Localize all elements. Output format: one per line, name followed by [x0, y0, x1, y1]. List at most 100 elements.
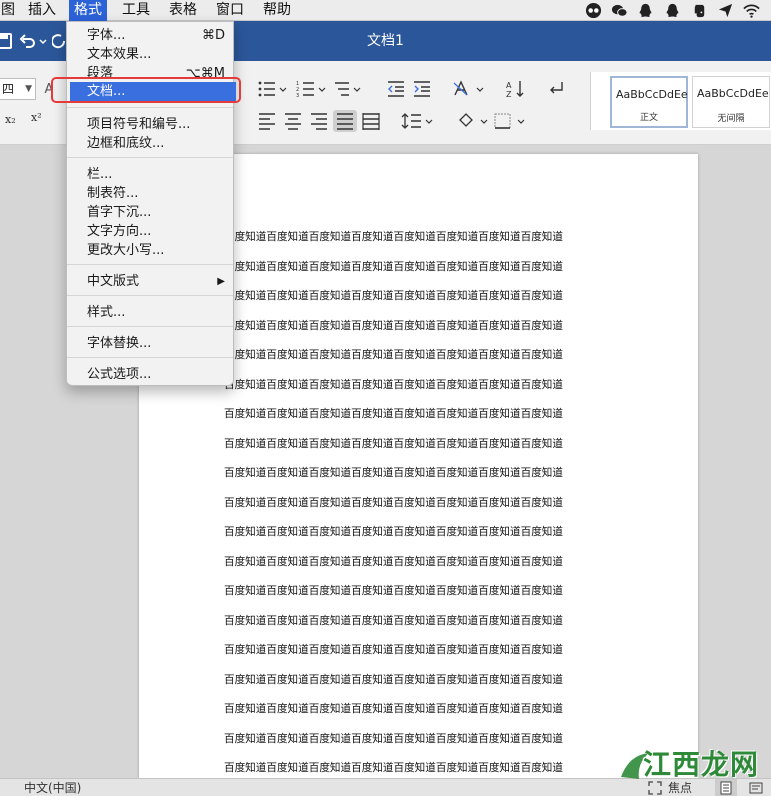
- menu-item-label: 更改大小写...: [87, 243, 165, 258]
- document-line: 百度知道百度知道百度知道百度知道百度知道百度知道百度知道百度知道: [224, 378, 563, 391]
- menu-item-label: 项目符号和编号...: [87, 117, 191, 132]
- menu-item-columns[interactable]: 栏...: [67, 165, 233, 184]
- style-no-spacing-name: 无间隔: [717, 114, 745, 124]
- document-line: 百度知道百度知道百度知道百度知道百度知道百度知道百度知道百度知道: [224, 260, 563, 273]
- document-line: 百度知道百度知道百度知道百度知道百度知道百度知道百度知道百度知道: [224, 732, 563, 745]
- menu-item-label: 栏...: [87, 167, 113, 182]
- style-normal-name: 正文: [639, 113, 658, 123]
- menu-item-borders-shading[interactable]: 边框和底纹...: [67, 134, 233, 153]
- document-line: 百度知道百度知道百度知道百度知道百度知道百度知道百度知道百度知道: [224, 703, 563, 715]
- sort-icon[interactable]: AZ: [505, 79, 527, 99]
- menu-item-style[interactable]: 样式...: [67, 303, 233, 322]
- menu-item-bullets-numbering[interactable]: 项目符号和编号...: [67, 115, 233, 134]
- menu-item-label: 中文版式: [87, 274, 140, 289]
- menu-item-equation-options[interactable]: 公式选项...: [67, 365, 233, 384]
- menu-item-label: 样式...: [87, 305, 126, 320]
- menu-separator: [67, 157, 233, 158]
- baidu-netdisk-icon[interactable]: [582, 0, 604, 21]
- svg-text:3: 3: [296, 93, 299, 99]
- macos-menubar: 图 插入 格式 工具 表格 窗口 帮助: [0, 0, 771, 21]
- menu-item-label: 首字下沉...: [87, 205, 152, 220]
- menu-item-asian-layout[interactable]: 中文版式 ▶: [67, 272, 233, 291]
- font-size-value: 四: [2, 82, 15, 96]
- document-line: 百度知道百度知道百度知道百度知道百度知道百度知道百度知道百度知道: [224, 467, 563, 479]
- subscript-button[interactable]: x₂: [5, 113, 16, 126]
- chevron-down-icon: ▼: [25, 84, 32, 94]
- bullets-icon[interactable]: [257, 79, 287, 99]
- numbering-icon[interactable]: 123: [296, 79, 326, 99]
- menu-item-tabs[interactable]: 制表符...: [67, 184, 233, 203]
- format-menu: 字体... ⌘D 文本效果... 段落 ⌥⌘M 文档... 项目符号和编号... 边框和底纹.…: [66, 21, 236, 386]
- document-line: 百度知道百度知道百度知道百度知道百度知道百度知道百度知道百度知道: [224, 762, 563, 774]
- menu-tools[interactable]: 工具: [117, 0, 155, 21]
- menu-item-label: 制表符...: [87, 186, 139, 201]
- style-normal-sample: AaBbCcDdEe: [616, 88, 688, 101]
- menu-item-shortcut: ⌘D: [201, 28, 225, 43]
- shading-icon[interactable]: [456, 111, 490, 131]
- distributed-icon[interactable]: [361, 111, 381, 131]
- menu-item-change-case[interactable]: 更改大小写...: [67, 241, 233, 260]
- evernote-icon[interactable]: [688, 0, 710, 21]
- styles-gallery: AaBbCcDdEe 正文 AaBbCcDdEe 无间隔: [590, 72, 771, 130]
- svg-text:A: A: [506, 81, 512, 90]
- document-line: 百度知道百度知道百度知道百度知道百度知道百度知道百度知道百度知道: [224, 290, 563, 302]
- menu-help[interactable]: 帮助: [258, 0, 296, 21]
- language-status[interactable]: 中文(中国): [24, 779, 81, 796]
- menu-item-text-effects[interactable]: 文本效果...: [67, 45, 233, 64]
- submenu-arrow-icon: ▶: [217, 276, 225, 287]
- svg-text:Z: Z: [506, 90, 512, 99]
- align-left-icon[interactable]: [257, 111, 277, 131]
- asian-layout-icon[interactable]: [452, 79, 486, 99]
- show-formatting-icon[interactable]: [546, 79, 566, 99]
- menu-separator: [67, 264, 233, 265]
- borders-icon[interactable]: [493, 111, 527, 131]
- align-center-icon[interactable]: [283, 111, 303, 131]
- menu-item-text-direction[interactable]: 文字方向...: [67, 222, 233, 241]
- document-line: 百度知道百度知道百度知道百度知道百度知道百度知道百度知道百度知道: [224, 408, 563, 420]
- document-line: 百度知道百度知道百度知道百度知道百度知道百度知道百度知道百度知道: [224, 349, 563, 361]
- style-no-spacing-sample: AaBbCcDdEe: [697, 87, 769, 100]
- menu-item-label: 边框和底纹...: [87, 136, 165, 151]
- document-line: 百度知道百度知道百度知道百度知道百度知道百度知道百度知道百度知道: [224, 614, 563, 627]
- document-line: 百度知道百度知道百度知道百度知道百度知道百度知道百度知道百度知道: [224, 437, 563, 450]
- multilevel-list-icon[interactable]: [333, 79, 363, 99]
- watermark-logo: 江西龙网: [615, 741, 771, 796]
- align-right-icon[interactable]: [309, 111, 329, 131]
- document-line: 百度知道百度知道百度知道百度知道百度知道百度知道百度知道百度知道: [224, 555, 563, 568]
- menu-item-drop-cap[interactable]: 首字下沉...: [67, 203, 233, 222]
- font-size-select[interactable]: 四 ▼: [0, 78, 36, 100]
- increase-indent-icon[interactable]: [412, 79, 432, 99]
- menu-insert[interactable]: 插入: [23, 0, 61, 21]
- menu-item-label: 字体...: [87, 28, 126, 43]
- style-no-spacing[interactable]: AaBbCcDdEe 无间隔: [692, 76, 770, 128]
- document-line: 百度知道百度知道百度知道百度知道百度知道百度知道百度知道百度知道: [224, 319, 563, 332]
- document-line: 百度知道百度知道百度知道百度知道百度知道百度知道百度知道百度知道: [224, 496, 563, 509]
- line-spacing-icon[interactable]: [401, 111, 435, 131]
- menu-table[interactable]: 表格: [164, 0, 202, 21]
- menu-separator: [67, 357, 233, 358]
- justify-icon[interactable]: [333, 110, 357, 132]
- wechat-icon[interactable]: [608, 0, 630, 21]
- annotation-highlight-box: [51, 77, 241, 103]
- menu-separator: [67, 107, 233, 108]
- wifi-icon[interactable]: [740, 0, 762, 21]
- qq-icon[interactable]: [634, 0, 656, 21]
- menu-window[interactable]: 窗口: [211, 0, 249, 21]
- decrease-indent-icon[interactable]: [386, 79, 406, 99]
- document-line: 百度知道百度知道百度知道百度知道百度知道百度知道百度知道百度知道: [224, 231, 563, 243]
- style-normal[interactable]: AaBbCcDdEe 正文: [610, 76, 688, 128]
- menu-item-label: 字体替换...: [87, 336, 152, 351]
- menu-format[interactable]: 格式: [69, 0, 107, 21]
- superscript-button[interactable]: x²: [31, 111, 42, 124]
- menu-item-replace-fonts[interactable]: 字体替换...: [67, 334, 233, 353]
- menu-item-label: 公式选项...: [87, 367, 152, 382]
- menu-item-label: 文字方向...: [87, 224, 152, 239]
- menu-view[interactable]: 图: [0, 0, 20, 21]
- menu-item-font[interactable]: 字体... ⌘D: [67, 26, 233, 45]
- menu-separator: [67, 326, 233, 327]
- document-line: 百度知道百度知道百度知道百度知道百度知道百度知道百度知道百度知道: [224, 585, 563, 597]
- menu-separator: [67, 295, 233, 296]
- document-line: 百度知道百度知道百度知道百度知道百度知道百度知道百度知道百度知道: [224, 526, 563, 538]
- send-icon[interactable]: [714, 0, 736, 21]
- qq-icon-2[interactable]: [661, 0, 683, 21]
